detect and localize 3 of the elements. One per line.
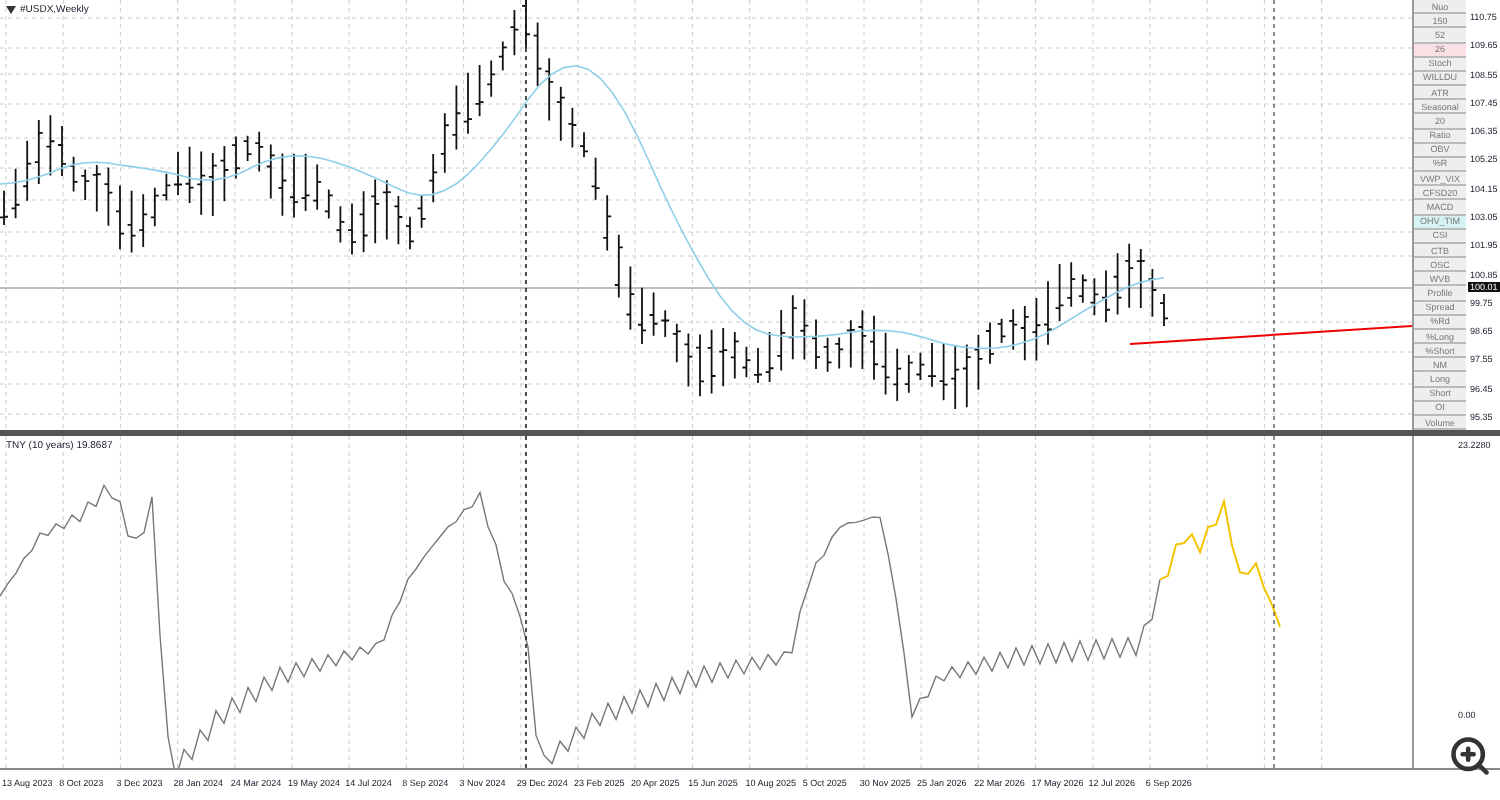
zoom-in-icon[interactable]: [1448, 734, 1492, 778]
indicator-highlight-line: [1159, 497, 1281, 628]
caret-icon[interactable]: [6, 6, 16, 14]
